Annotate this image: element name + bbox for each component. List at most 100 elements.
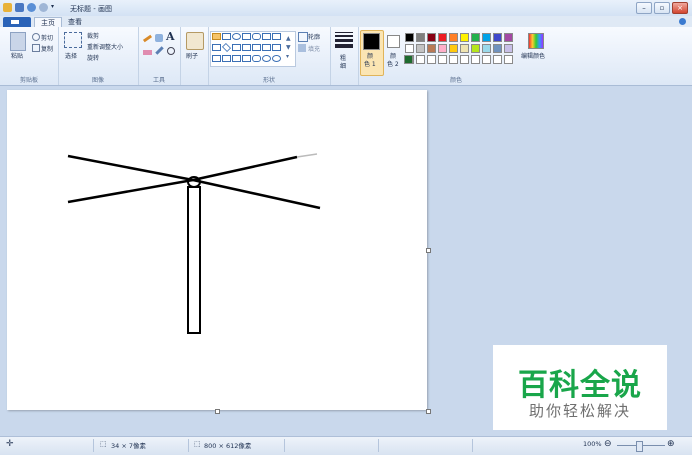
palette-swatch[interactable]: [482, 44, 491, 53]
palette-swatch[interactable]: [416, 33, 425, 42]
pentagon-shape[interactable]: [232, 44, 241, 51]
zoom-in-icon[interactable]: ⊕: [667, 439, 675, 449]
palette-swatch[interactable]: [493, 55, 502, 64]
outline-button[interactable]: 轮廓: [308, 32, 320, 41]
custom-color-swatch[interactable]: [404, 55, 413, 64]
polygon-shape[interactable]: [262, 33, 271, 40]
oval-shape[interactable]: [232, 33, 241, 40]
palette-swatch[interactable]: [471, 44, 480, 53]
shapes-scroll-icon[interactable]: ▲ ▼ ▾: [286, 34, 291, 61]
four-point-star-shape[interactable]: [222, 55, 231, 62]
six-point-star-shape[interactable]: [242, 55, 251, 62]
customize-qat-icon[interactable]: ▾: [51, 3, 56, 12]
redo-icon[interactable]: [39, 3, 48, 12]
stroke-upper-left: [67, 154, 194, 182]
drawing-canvas[interactable]: [7, 90, 427, 410]
palette-swatch[interactable]: [416, 44, 425, 53]
palette-swatch[interactable]: [449, 44, 458, 53]
zoom-out-icon[interactable]: ⊖: [604, 439, 612, 449]
palette-swatch[interactable]: [471, 55, 480, 64]
palette-swatch[interactable]: [449, 33, 458, 42]
brush-icon[interactable]: [186, 32, 204, 50]
right-triangle-shape[interactable]: [212, 44, 221, 51]
resize-handle-bottom[interactable]: [215, 409, 220, 414]
save-icon[interactable]: [15, 3, 24, 12]
palette-swatch[interactable]: [482, 33, 491, 42]
resize-handle-right[interactable]: [426, 248, 431, 253]
fill-button[interactable]: 填充: [308, 44, 320, 53]
magnifier-icon[interactable]: [167, 47, 175, 55]
five-point-star-shape[interactable]: [232, 55, 241, 62]
crop-button[interactable]: 裁剪: [87, 31, 99, 40]
paste-icon[interactable]: [10, 32, 26, 51]
close-button[interactable]: ×: [672, 2, 688, 14]
palette-swatch[interactable]: [438, 44, 447, 53]
edit-colors-icon[interactable]: [528, 33, 544, 49]
palette-swatch[interactable]: [504, 33, 513, 42]
tab-view[interactable]: 查看: [62, 17, 88, 27]
help-icon[interactable]: [679, 18, 686, 25]
palette-swatch[interactable]: [427, 44, 436, 53]
copy-button[interactable]: 复制: [41, 44, 53, 53]
select-icon[interactable]: [64, 32, 82, 48]
triangle-shape[interactable]: [272, 33, 281, 40]
palette-swatch[interactable]: [405, 33, 414, 42]
left-arrow-shape[interactable]: [262, 44, 271, 51]
colors-group: 颜 色 1 颜 色 2 编辑颜色 颜色: [358, 27, 554, 85]
palette-swatch[interactable]: [460, 33, 469, 42]
color2-swatch[interactable]: [387, 35, 400, 48]
pencil-icon[interactable]: [142, 34, 153, 43]
fill-bucket-icon[interactable]: [155, 34, 163, 42]
palette-swatch[interactable]: [416, 55, 425, 64]
palette-swatch[interactable]: [493, 44, 502, 53]
shapes-gallery[interactable]: ▲ ▼ ▾: [210, 31, 296, 67]
palette-swatch[interactable]: [504, 44, 513, 53]
undo-icon[interactable]: [27, 3, 36, 12]
select-button[interactable]: 选择: [65, 51, 77, 60]
size-label-2[interactable]: 细: [340, 61, 346, 70]
size-lines-icon[interactable]: [335, 32, 353, 48]
rotate-button[interactable]: 旋转: [87, 53, 99, 62]
callout-oval-shape[interactable]: [262, 55, 271, 62]
stroke-lower-right: [192, 178, 321, 210]
paint-app-icon[interactable]: [3, 3, 12, 12]
size-group: 粗 细: [330, 27, 359, 85]
minimize-button[interactable]: –: [636, 2, 652, 14]
line-shape[interactable]: [212, 33, 221, 40]
resize-button[interactable]: 重新调整大小: [87, 42, 123, 51]
image-size: 800 × 612像素: [204, 442, 252, 450]
brushes-button[interactable]: 刷子: [186, 51, 198, 60]
rectangle-shape[interactable]: [242, 33, 251, 40]
color-picker-icon[interactable]: [155, 46, 164, 55]
palette-swatch[interactable]: [460, 44, 469, 53]
down-arrow-shape[interactable]: [212, 55, 221, 62]
edit-colors-button[interactable]: 编辑颜色: [521, 51, 545, 60]
palette-swatch[interactable]: [493, 33, 502, 42]
palette-swatch[interactable]: [482, 55, 491, 64]
up-arrow-shape[interactable]: [272, 44, 281, 51]
palette-swatch[interactable]: [427, 33, 436, 42]
palette-swatch[interactable]: [405, 44, 414, 53]
hexagon-shape[interactable]: [242, 44, 251, 51]
resize-handle-corner[interactable]: [426, 409, 431, 414]
zoom-slider-thumb[interactable]: [636, 441, 643, 452]
diamond-shape[interactable]: [221, 42, 232, 53]
palette-swatch[interactable]: [460, 55, 469, 64]
callout-rect-shape[interactable]: [252, 55, 261, 62]
curve-shape[interactable]: [222, 33, 231, 40]
palette-swatch[interactable]: [427, 55, 436, 64]
rounded-rectangle-shape[interactable]: [252, 33, 261, 40]
text-icon[interactable]: A: [166, 30, 175, 43]
palette-swatch[interactable]: [438, 33, 447, 42]
paste-button[interactable]: 粘贴: [11, 51, 23, 60]
palette-swatch[interactable]: [449, 55, 458, 64]
eraser-icon[interactable]: [143, 50, 152, 55]
cut-button[interactable]: 剪切: [41, 33, 53, 42]
paint-menu-button[interactable]: [3, 17, 31, 27]
palette-swatch[interactable]: [438, 55, 447, 64]
right-arrow-shape[interactable]: [252, 44, 261, 51]
callout-cloud-shape[interactable]: [272, 55, 281, 62]
maximize-button[interactable]: ▫: [654, 2, 670, 14]
palette-swatch[interactable]: [504, 55, 513, 64]
palette-swatch[interactable]: [471, 33, 480, 42]
